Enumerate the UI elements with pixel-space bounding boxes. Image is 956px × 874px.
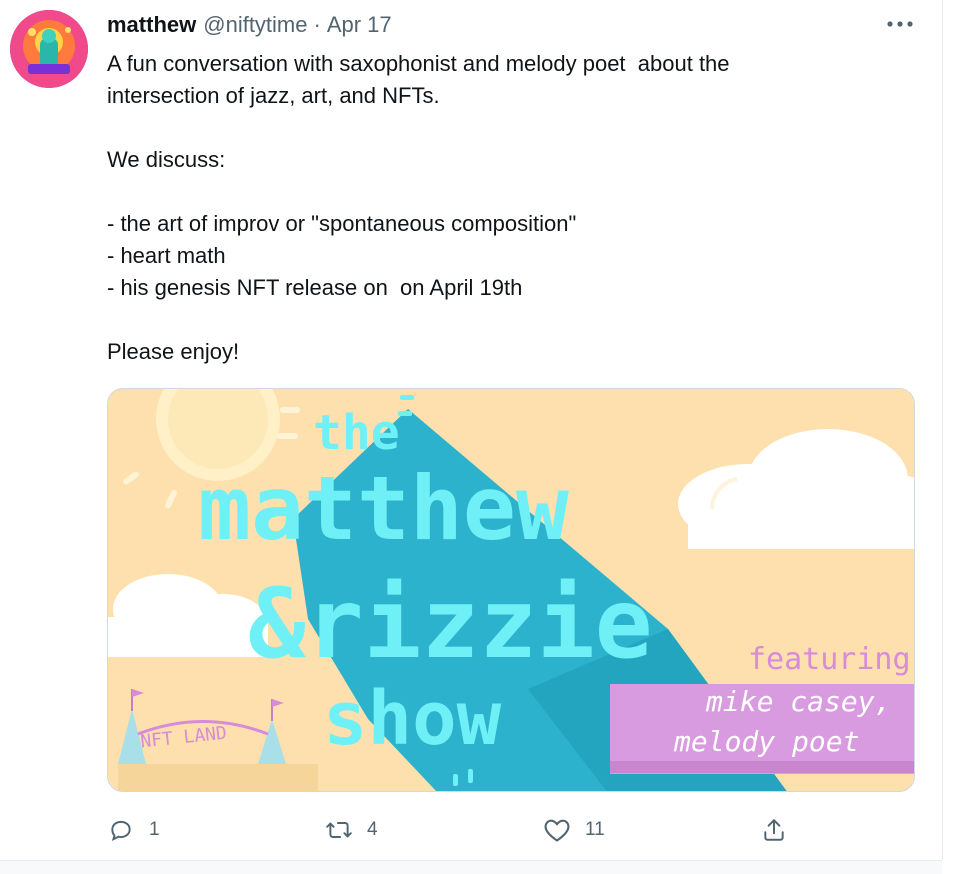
- tweet-card[interactable]: matthew @niftytime · Apr 17 A fun conver…: [0, 0, 943, 860]
- podcast-artwork: the matthew &rizzie show featuring mike …: [108, 389, 914, 791]
- action-bar: 1 4 11: [107, 812, 907, 848]
- reply-icon: [107, 816, 135, 844]
- author-handle[interactable]: @niftytime: [203, 12, 307, 38]
- tweet-header: matthew @niftytime · Apr 17: [107, 10, 392, 40]
- reply-count: 1: [149, 819, 160, 840]
- like-button[interactable]: 11: [543, 812, 605, 848]
- tweet-text: A fun conversation with saxophonist and …: [107, 51, 730, 364]
- title-line-3: &rizzie: [248, 568, 653, 680]
- retweet-count: 4: [367, 819, 378, 840]
- separator-dot: ·: [313, 12, 321, 37]
- author-name[interactable]: matthew: [107, 12, 196, 38]
- title-line-2: matthew: [198, 457, 569, 560]
- next-item-area: [0, 861, 942, 874]
- media-card[interactable]: the matthew &rizzie show featuring mike …: [107, 388, 915, 792]
- guest-line-1: mike casey,: [705, 685, 891, 718]
- like-icon: [543, 816, 571, 844]
- featuring-label: featuring: [748, 642, 911, 677]
- guest-line-2: melody poet: [673, 725, 859, 758]
- retweet-icon: [325, 816, 353, 844]
- like-count: 11: [585, 819, 605, 840]
- avatar-image: [10, 10, 88, 88]
- avatar[interactable]: [10, 10, 88, 88]
- more-options-button[interactable]: [884, 12, 916, 36]
- title-line-4: show: [323, 676, 502, 762]
- tweet-date[interactable]: Apr 17: [327, 12, 392, 38]
- more-icon: [887, 21, 913, 27]
- share-button[interactable]: [760, 812, 788, 848]
- share-icon: [760, 816, 788, 844]
- retweet-button[interactable]: 4: [325, 812, 378, 848]
- title-line-1: the: [313, 405, 400, 461]
- reply-button[interactable]: 1: [107, 812, 160, 848]
